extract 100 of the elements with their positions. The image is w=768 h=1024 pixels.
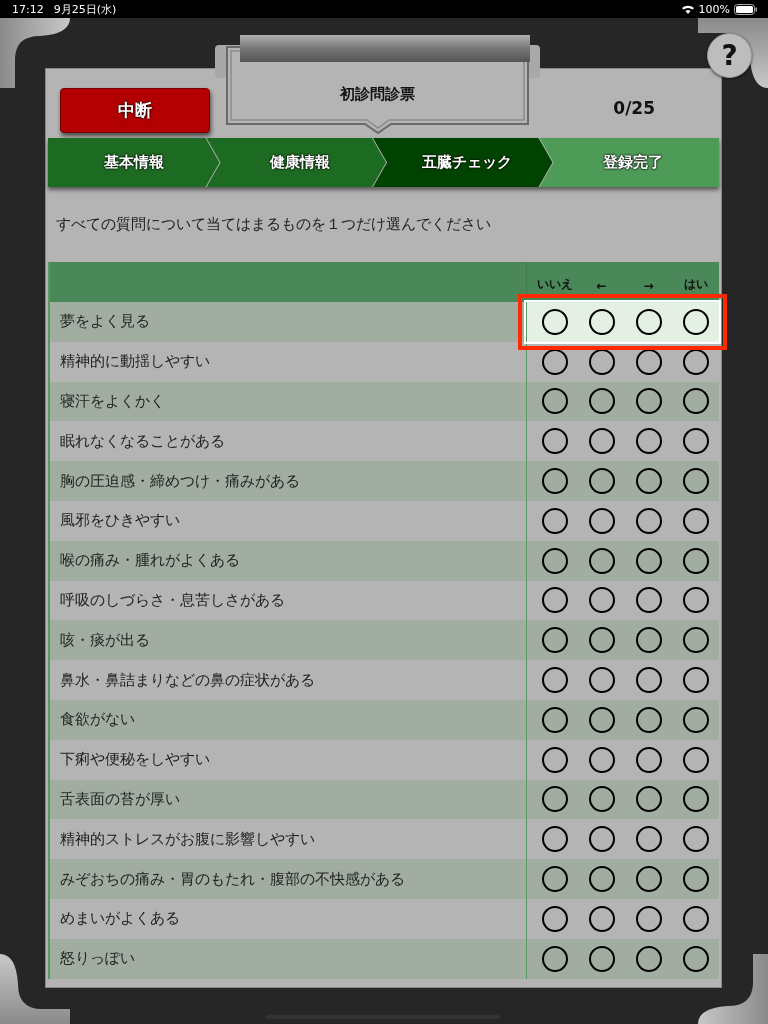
column-header: → bbox=[642, 279, 655, 293]
question-text: 咳・痰が出る bbox=[59, 629, 151, 651]
radio-button[interactable] bbox=[541, 706, 568, 733]
radio-button[interactable] bbox=[635, 826, 662, 853]
question-text: 眠れなくなることがある bbox=[59, 430, 226, 452]
radio-button[interactable] bbox=[588, 866, 615, 893]
radio-button[interactable] bbox=[682, 547, 709, 574]
battery-icon bbox=[734, 3, 758, 15]
radio-button[interactable] bbox=[682, 388, 709, 415]
radio-button[interactable] bbox=[588, 826, 615, 853]
radio-button[interactable] bbox=[635, 905, 662, 932]
wifi-icon bbox=[680, 4, 695, 14]
radio-button[interactable] bbox=[635, 786, 662, 813]
radio-button[interactable] bbox=[635, 627, 662, 654]
form-title: 初診問診票 bbox=[339, 85, 416, 104]
column-header: ← bbox=[595, 279, 608, 293]
radio-button[interactable] bbox=[682, 348, 709, 375]
radio-button[interactable] bbox=[682, 468, 709, 495]
radio-button[interactable] bbox=[588, 308, 615, 335]
progress-counter: 0/25 bbox=[613, 97, 655, 118]
radio-button[interactable] bbox=[635, 507, 662, 534]
question-text: 精神的に動揺しやすい bbox=[59, 351, 211, 373]
clip-corner-drawing bbox=[698, 954, 768, 1024]
radio-button[interactable] bbox=[541, 945, 568, 972]
radio-button[interactable] bbox=[541, 866, 568, 893]
radio-button[interactable] bbox=[541, 388, 568, 415]
radio-button[interactable] bbox=[635, 388, 662, 415]
question-text: 精神的ストレスがお腹に影響しやすい bbox=[59, 828, 316, 850]
radio-button[interactable] bbox=[541, 468, 568, 495]
question-text: 鼻水・鼻詰まりなどの鼻の症状がある bbox=[59, 669, 316, 691]
question-text: 食欲がない bbox=[59, 709, 136, 731]
radio-button[interactable] bbox=[588, 587, 615, 614]
radio-button[interactable] bbox=[682, 786, 709, 813]
radio-button[interactable] bbox=[682, 866, 709, 893]
radio-button[interactable] bbox=[635, 945, 662, 972]
radio-button[interactable] bbox=[635, 468, 662, 495]
question-text: 夢をよく見る bbox=[59, 311, 151, 333]
status-time: 17:12 bbox=[12, 2, 44, 16]
column-header: はい bbox=[682, 276, 709, 293]
radio-button[interactable] bbox=[541, 547, 568, 574]
radio-button[interactable] bbox=[682, 905, 709, 932]
radio-button[interactable] bbox=[588, 388, 615, 415]
radio-button[interactable] bbox=[682, 308, 709, 335]
radio-button[interactable] bbox=[635, 587, 662, 614]
radio-button[interactable] bbox=[635, 348, 662, 375]
battery-percent: 100% bbox=[698, 2, 730, 16]
column-header: いいえ bbox=[535, 276, 574, 293]
radio-button[interactable] bbox=[682, 667, 709, 694]
radio-button[interactable] bbox=[541, 627, 568, 654]
radio-button[interactable] bbox=[588, 627, 615, 654]
radio-button[interactable] bbox=[635, 706, 662, 733]
radio-button[interactable] bbox=[541, 786, 568, 813]
radio-button[interactable] bbox=[541, 746, 568, 773]
radio-button[interactable] bbox=[682, 507, 709, 534]
question-text: 怒りっぽい bbox=[59, 948, 136, 970]
question-text: 呼吸のしづらさ・息苦しさがある bbox=[59, 589, 286, 611]
question-text: 喉の痛み・腫れがよくある bbox=[59, 550, 241, 572]
radio-button[interactable] bbox=[541, 905, 568, 932]
radio-button[interactable] bbox=[588, 706, 615, 733]
radio-button[interactable] bbox=[682, 587, 709, 614]
radio-button[interactable] bbox=[541, 348, 568, 375]
radio-button[interactable] bbox=[541, 428, 568, 455]
radio-button[interactable] bbox=[588, 547, 615, 574]
question-text: みぞおちの痛み・胃のもたれ・腹部の不快感がある bbox=[59, 868, 406, 890]
radio-button[interactable] bbox=[588, 667, 615, 694]
radio-button[interactable] bbox=[588, 507, 615, 534]
radio-button[interactable] bbox=[635, 428, 662, 455]
radio-button[interactable] bbox=[588, 468, 615, 495]
radio-button[interactable] bbox=[635, 308, 662, 335]
radio-button[interactable] bbox=[682, 746, 709, 773]
clip-corner-drawing bbox=[0, 18, 70, 88]
instruction-text: すべての質問について当てはまるものを１つだけ選んでください bbox=[55, 214, 492, 235]
radio-button[interactable] bbox=[541, 507, 568, 534]
status-date: 9月25日(水) bbox=[53, 1, 117, 17]
clip-corner-drawing bbox=[698, 18, 768, 88]
radio-button[interactable] bbox=[635, 547, 662, 574]
radio-button[interactable] bbox=[682, 706, 709, 733]
radio-button[interactable] bbox=[541, 667, 568, 694]
question-text: 風邪をひきやすい bbox=[59, 510, 181, 532]
question-text: 下痢や便秘をしやすい bbox=[59, 749, 211, 771]
radio-button[interactable] bbox=[682, 945, 709, 972]
radio-button[interactable] bbox=[588, 746, 615, 773]
radio-button[interactable] bbox=[541, 826, 568, 853]
question-text: 胸の圧迫感・締めつけ・痛みがある bbox=[59, 470, 301, 492]
question-text: めまいがよくある bbox=[59, 908, 181, 930]
radio-button[interactable] bbox=[541, 587, 568, 614]
radio-button[interactable] bbox=[682, 428, 709, 455]
radio-button[interactable] bbox=[588, 905, 615, 932]
radio-button[interactable] bbox=[682, 826, 709, 853]
radio-button[interactable] bbox=[635, 746, 662, 773]
radio-button[interactable] bbox=[588, 945, 615, 972]
abort-button[interactable]: 中断 bbox=[60, 88, 210, 133]
radio-button[interactable] bbox=[541, 308, 568, 335]
radio-button[interactable] bbox=[588, 348, 615, 375]
radio-button[interactable] bbox=[635, 866, 662, 893]
radio-button[interactable] bbox=[588, 428, 615, 455]
radio-button[interactable] bbox=[682, 627, 709, 654]
radio-button[interactable] bbox=[635, 667, 662, 694]
radio-button[interactable] bbox=[588, 786, 615, 813]
question-text: 寝汗をよくかく bbox=[59, 391, 166, 412]
